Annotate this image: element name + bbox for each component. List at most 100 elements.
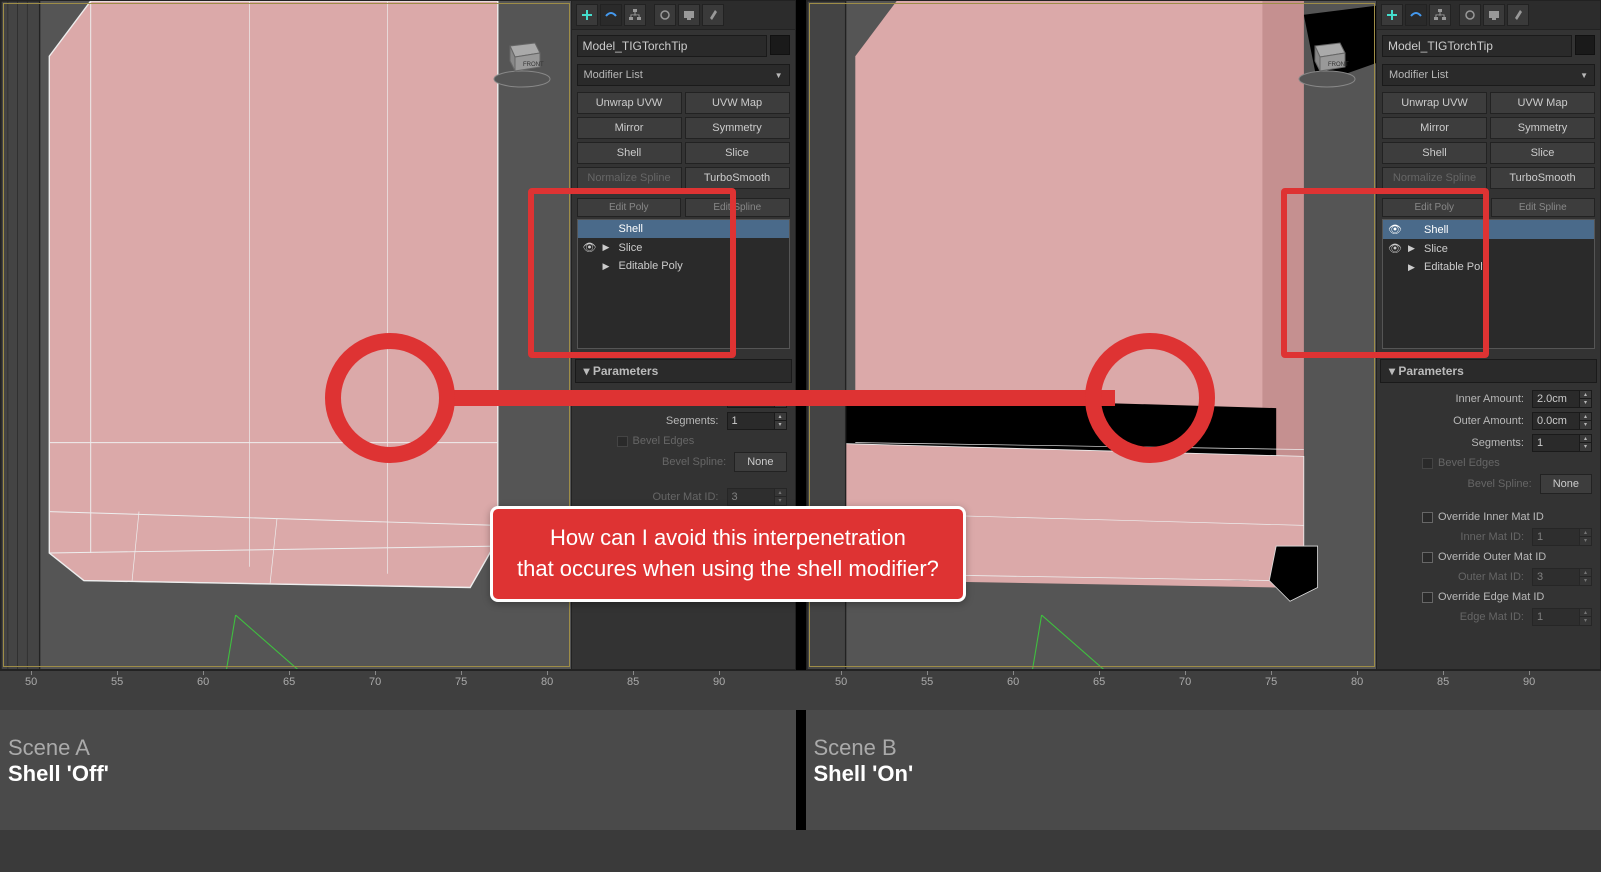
utilities-tab-icon[interactable] <box>702 4 724 26</box>
scene-b-subtitle: Shell 'On' <box>814 761 1594 787</box>
inner-amount-spinner[interactable]: ▴▾ <box>1532 390 1592 408</box>
command-panel-tabs <box>1377 1 1600 30</box>
bevel-spline-button[interactable]: None <box>1540 474 1592 494</box>
timeline-tick: 70 <box>369 676 381 688</box>
viewcube[interactable]: FRONT <box>485 21 560 96</box>
modify-tab-icon[interactable] <box>600 4 622 26</box>
bevel-edges-checkbox[interactable] <box>1422 458 1433 469</box>
annotation-line1: How can I avoid this interpenetration <box>517 523 939 554</box>
segments-label: Segments: <box>580 415 723 427</box>
shell-button[interactable]: Shell <box>1382 142 1487 164</box>
parameters-rollout-header[interactable]: ▾ Parameters <box>1380 359 1597 383</box>
object-name-input[interactable] <box>577 35 767 57</box>
timeline-tick: 65 <box>1093 676 1105 688</box>
symmetry-button[interactable]: Symmetry <box>685 117 790 139</box>
timeline-tick: 50 <box>835 676 847 688</box>
turbosmooth-button[interactable]: TurboSmooth <box>685 167 790 189</box>
uvw-map-button[interactable]: UVW Map <box>1490 92 1595 114</box>
svg-text:FRONT: FRONT <box>1328 62 1349 68</box>
modify-tab-icon[interactable] <box>1405 4 1427 26</box>
timeline-tick: 75 <box>1265 676 1277 688</box>
annotation-circle-right <box>1085 333 1215 463</box>
hierarchy-tab-icon[interactable] <box>624 4 646 26</box>
outer-mat-id-spinner: ▴▾ <box>1532 568 1592 586</box>
viewcube[interactable]: FRONT <box>1290 21 1365 96</box>
shell-button[interactable]: Shell <box>577 142 682 164</box>
normalize-spline-button[interactable]: Normalize Spline <box>577 167 682 189</box>
unwrap-uvw-button[interactable]: Unwrap UVW <box>577 92 682 114</box>
chevron-down-icon: ▼ <box>775 71 783 80</box>
override-edge-mat-checkbox[interactable] <box>1422 592 1433 603</box>
command-panel-tabs <box>572 1 795 30</box>
bevel-spline-label: Bevel Spline: <box>580 456 731 468</box>
symmetry-button[interactable]: Symmetry <box>1490 117 1595 139</box>
timeline-tick: 75 <box>455 676 467 688</box>
object-color-swatch[interactable] <box>1575 35 1595 55</box>
timeline-tick: 55 <box>111 676 123 688</box>
scene-a-title: Scene A <box>8 735 788 761</box>
annotation-text-box: How can I avoid this interpenetration th… <box>490 506 966 602</box>
bevel-spline-label: Bevel Spline: <box>1385 478 1536 490</box>
timeline-tick: 80 <box>541 676 553 688</box>
object-color-swatch[interactable] <box>770 35 790 55</box>
modifier-list-label: Modifier List <box>584 69 643 81</box>
modifier-list-label: Modifier List <box>1389 69 1448 81</box>
timeline-tick: 60 <box>197 676 209 688</box>
outer-mat-id-label: Outer Mat ID: <box>580 491 723 503</box>
slice-button[interactable]: Slice <box>1490 142 1595 164</box>
timeline-tick: 65 <box>283 676 295 688</box>
timeline-tick: 90 <box>713 676 725 688</box>
modifier-list-dropdown[interactable]: Modifier List ▼ <box>1382 64 1595 86</box>
override-outer-label: Override Outer Mat ID <box>1438 551 1546 563</box>
turbosmooth-button[interactable]: TurboSmooth <box>1490 167 1595 189</box>
timeline-tick: 70 <box>1179 676 1191 688</box>
edge-mat-id-spinner: ▴▾ <box>1532 608 1592 626</box>
modifier-list-dropdown[interactable]: Modifier List ▼ <box>577 64 790 86</box>
create-tab-icon[interactable] <box>1381 4 1403 26</box>
mirror-button[interactable]: Mirror <box>1382 117 1487 139</box>
scene-b-title: Scene B <box>814 735 1594 761</box>
segments-spinner[interactable]: ▴▾ <box>727 412 787 430</box>
uvw-map-button[interactable]: UVW Map <box>685 92 790 114</box>
segments-label: Segments: <box>1385 437 1528 449</box>
bevel-edges-checkbox[interactable] <box>617 436 628 447</box>
outer-amount-spinner[interactable]: ▴▾ <box>1532 412 1592 430</box>
inner-mat-id-label: Inner Mat ID: <box>1385 531 1528 543</box>
parameters-rollout-header[interactable]: ▾ Parameters <box>575 359 792 383</box>
display-tab-icon[interactable] <box>1483 4 1505 26</box>
motion-tab-icon[interactable] <box>1459 4 1481 26</box>
annotation-rect-left <box>528 188 736 358</box>
segments-spinner[interactable]: ▴▾ <box>1532 434 1592 452</box>
bevel-spline-button[interactable]: None <box>734 452 786 472</box>
annotation-line2: that occures when using the shell modifi… <box>517 554 939 585</box>
timeline-tick: 60 <box>1007 676 1019 688</box>
motion-tab-icon[interactable] <box>654 4 676 26</box>
hierarchy-tab-icon[interactable] <box>1429 4 1451 26</box>
slice-button[interactable]: Slice <box>685 142 790 164</box>
unwrap-uvw-button[interactable]: Unwrap UVW <box>1382 92 1487 114</box>
object-name-input[interactable] <box>1382 35 1572 57</box>
override-inner-label: Override Inner Mat ID <box>1438 511 1544 523</box>
bevel-edges-label: Bevel Edges <box>633 435 695 447</box>
annotation-line <box>450 390 1115 406</box>
mirror-button[interactable]: Mirror <box>577 117 682 139</box>
edge-mat-id-label: Edge Mat ID: <box>1385 611 1528 623</box>
timeline-tick: 90 <box>1523 676 1535 688</box>
timeline-tick: 85 <box>627 676 639 688</box>
svg-text:FRONT: FRONT <box>523 62 544 68</box>
scene-a-subtitle: Shell 'Off' <box>8 761 788 787</box>
timeline-tick: 85 <box>1437 676 1449 688</box>
utilities-tab-icon[interactable] <box>1507 4 1529 26</box>
display-tab-icon[interactable] <box>678 4 700 26</box>
edit-spline-tab[interactable]: Edit Spline <box>1491 198 1596 217</box>
annotation-rect-right <box>1281 188 1489 358</box>
create-tab-icon[interactable] <box>576 4 598 26</box>
bevel-edges-label: Bevel Edges <box>1438 457 1500 469</box>
annotation-circle-left <box>325 333 455 463</box>
override-outer-mat-checkbox[interactable] <box>1422 552 1433 563</box>
override-inner-mat-checkbox[interactable] <box>1422 512 1433 523</box>
normalize-spline-button[interactable]: Normalize Spline <box>1382 167 1487 189</box>
timeline[interactable]: 505560657075808590505560657075808590 <box>0 670 1601 710</box>
scene-a-label: Scene A Shell 'Off' <box>0 710 796 830</box>
timeline-tick: 50 <box>25 676 37 688</box>
